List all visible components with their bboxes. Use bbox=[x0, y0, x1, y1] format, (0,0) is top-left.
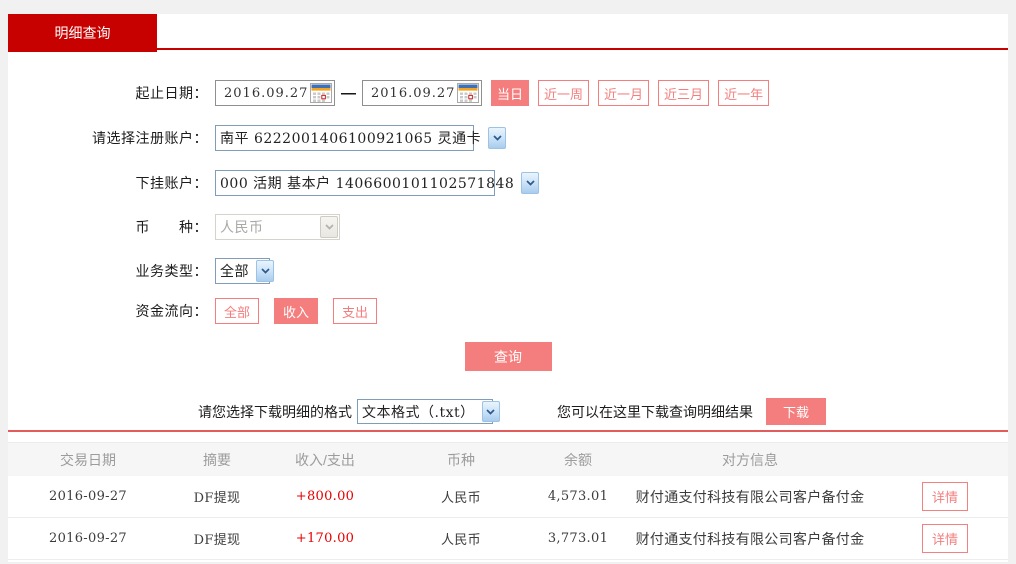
counterparty: 财付通支付科技有限公司客户备付金 bbox=[635, 489, 865, 506]
counterparty: 财付通支付科技有限公司客户备付金 bbox=[635, 531, 865, 548]
download-format-select[interactable]: 文本格式（.txt） bbox=[357, 399, 500, 424]
currency-label: 币 种： bbox=[135, 219, 208, 235]
sub-account-row: 下挂账户： 000 活期 基本户 1406600101102571848 bbox=[8, 170, 1008, 196]
currency-value: 人民币 bbox=[220, 220, 264, 236]
download-format-value: 文本格式（.txt） bbox=[362, 404, 475, 421]
business-type-value: 全部 bbox=[220, 264, 249, 280]
main-panel: 明细查询 起止日期： 2016.09.27 — 2016.09.27 当日 近一… bbox=[8, 14, 1008, 562]
business-type-row: 业务类型： 全部 bbox=[8, 258, 1008, 284]
business-type-label: 业务类型： bbox=[135, 263, 208, 279]
sub-account-label: 下挂账户： bbox=[135, 175, 208, 191]
calendar-icon[interactable] bbox=[310, 83, 332, 103]
amount: +800.00 bbox=[295, 489, 355, 504]
register-account-select[interactable]: 南平 6222001406100921065 灵通卡 bbox=[215, 125, 507, 151]
query-form: 起止日期： 2016.09.27 — 2016.09.27 当日 近一周 近一月… bbox=[8, 50, 1008, 371]
business-type-select[interactable]: 全部 bbox=[215, 258, 274, 284]
download-format-label: 请您选择下载明细的格式 bbox=[198, 403, 352, 420]
flow-all-button[interactable]: 全部 bbox=[215, 298, 260, 324]
balance: 4,573.01 bbox=[547, 489, 609, 504]
summary: DF提现 bbox=[193, 533, 241, 548]
quick-range-year-button[interactable]: 近一年 bbox=[718, 80, 770, 106]
download-hint-text: 您可以在这里下载查询明细结果 bbox=[557, 403, 753, 420]
register-account-value: 南平 6222001406100921065 灵通卡 bbox=[220, 131, 482, 147]
date-to-value: 2016.09.27 bbox=[371, 85, 456, 101]
flow-income-button[interactable]: 收入 bbox=[274, 298, 319, 324]
header-summary: 摘要 bbox=[203, 451, 231, 468]
date-range-label: 起止日期： bbox=[135, 85, 208, 101]
quick-range-today-button[interactable]: 当日 bbox=[491, 80, 530, 106]
fund-flow-label: 资金流向： bbox=[135, 303, 208, 319]
tab-bar: 明细查询 bbox=[8, 14, 1008, 52]
sub-account-value: 000 活期 基本户 1406600101102571848 bbox=[220, 176, 515, 192]
download-row: 请您选择下载明细的格式 文本格式（.txt） 您可以在这里下载查询明细结果 下载 bbox=[8, 398, 1008, 425]
quick-range-month-button[interactable]: 近一月 bbox=[598, 80, 650, 106]
query-button[interactable]: 查询 bbox=[464, 342, 552, 371]
header-income-expense: 收入/支出 bbox=[295, 451, 355, 468]
detail-button[interactable]: 详情 bbox=[921, 482, 968, 511]
currency: 人民币 bbox=[441, 533, 481, 548]
currency: 人民币 bbox=[441, 491, 481, 506]
tab-detail-query[interactable]: 明细查询 bbox=[8, 14, 157, 52]
date-range-row: 起止日期： 2016.09.27 — 2016.09.27 当日 近一周 近一月… bbox=[8, 80, 1008, 106]
date-to-input[interactable]: 2016.09.27 bbox=[362, 80, 482, 106]
quick-range-quarter-button[interactable]: 近三月 bbox=[658, 80, 710, 106]
amount: +170.00 bbox=[295, 531, 355, 546]
table-row: 2016-09-27 DF提现 +800.00 人民币 4,573.01 财付通… bbox=[8, 476, 1008, 518]
quick-range-week-button[interactable]: 近一周 bbox=[538, 80, 590, 106]
chevron-down-icon bbox=[320, 216, 338, 238]
chevron-down-icon bbox=[481, 401, 500, 422]
date-separator: — bbox=[341, 84, 356, 102]
header-currency: 币种 bbox=[447, 451, 475, 468]
table-top-divider bbox=[8, 430, 1008, 432]
flow-expense-button[interactable]: 支出 bbox=[333, 298, 378, 324]
table-row: 2016-09-27 DF提现 +170.00 人民币 3,773.01 财付通… bbox=[8, 518, 1008, 560]
chevron-down-icon bbox=[488, 127, 507, 149]
table-header: 交易日期 摘要 收入/支出 币种 余额 对方信息 bbox=[8, 442, 1008, 476]
balance: 3,773.01 bbox=[547, 531, 609, 546]
register-account-row: 请选择注册账户： 南平 6222001406100921065 灵通卡 bbox=[8, 125, 1008, 151]
detail-button[interactable]: 详情 bbox=[921, 524, 968, 553]
download-button[interactable]: 下载 bbox=[766, 398, 826, 425]
fund-flow-row: 资金流向： 全部 收入 支出 bbox=[8, 298, 1008, 324]
summary: DF提现 bbox=[193, 491, 241, 506]
sub-account-select[interactable]: 000 活期 基本户 1406600101102571848 bbox=[215, 170, 540, 196]
chevron-down-icon bbox=[521, 172, 540, 194]
header-counterparty: 对方信息 bbox=[722, 451, 778, 468]
currency-select: 人民币 bbox=[215, 214, 340, 240]
calendar-icon[interactable] bbox=[457, 83, 479, 103]
trade-date: 2016-09-27 bbox=[49, 531, 127, 546]
header-balance: 余额 bbox=[564, 451, 592, 468]
currency-row: 币 种： 人民币 bbox=[8, 214, 1008, 240]
header-trade-date: 交易日期 bbox=[60, 451, 116, 468]
chevron-down-icon bbox=[256, 260, 274, 282]
register-account-label: 请选择注册账户： bbox=[92, 130, 208, 146]
date-from-value: 2016.09.27 bbox=[224, 85, 309, 101]
trade-date: 2016-09-27 bbox=[49, 489, 127, 504]
date-from-input[interactable]: 2016.09.27 bbox=[215, 80, 335, 106]
